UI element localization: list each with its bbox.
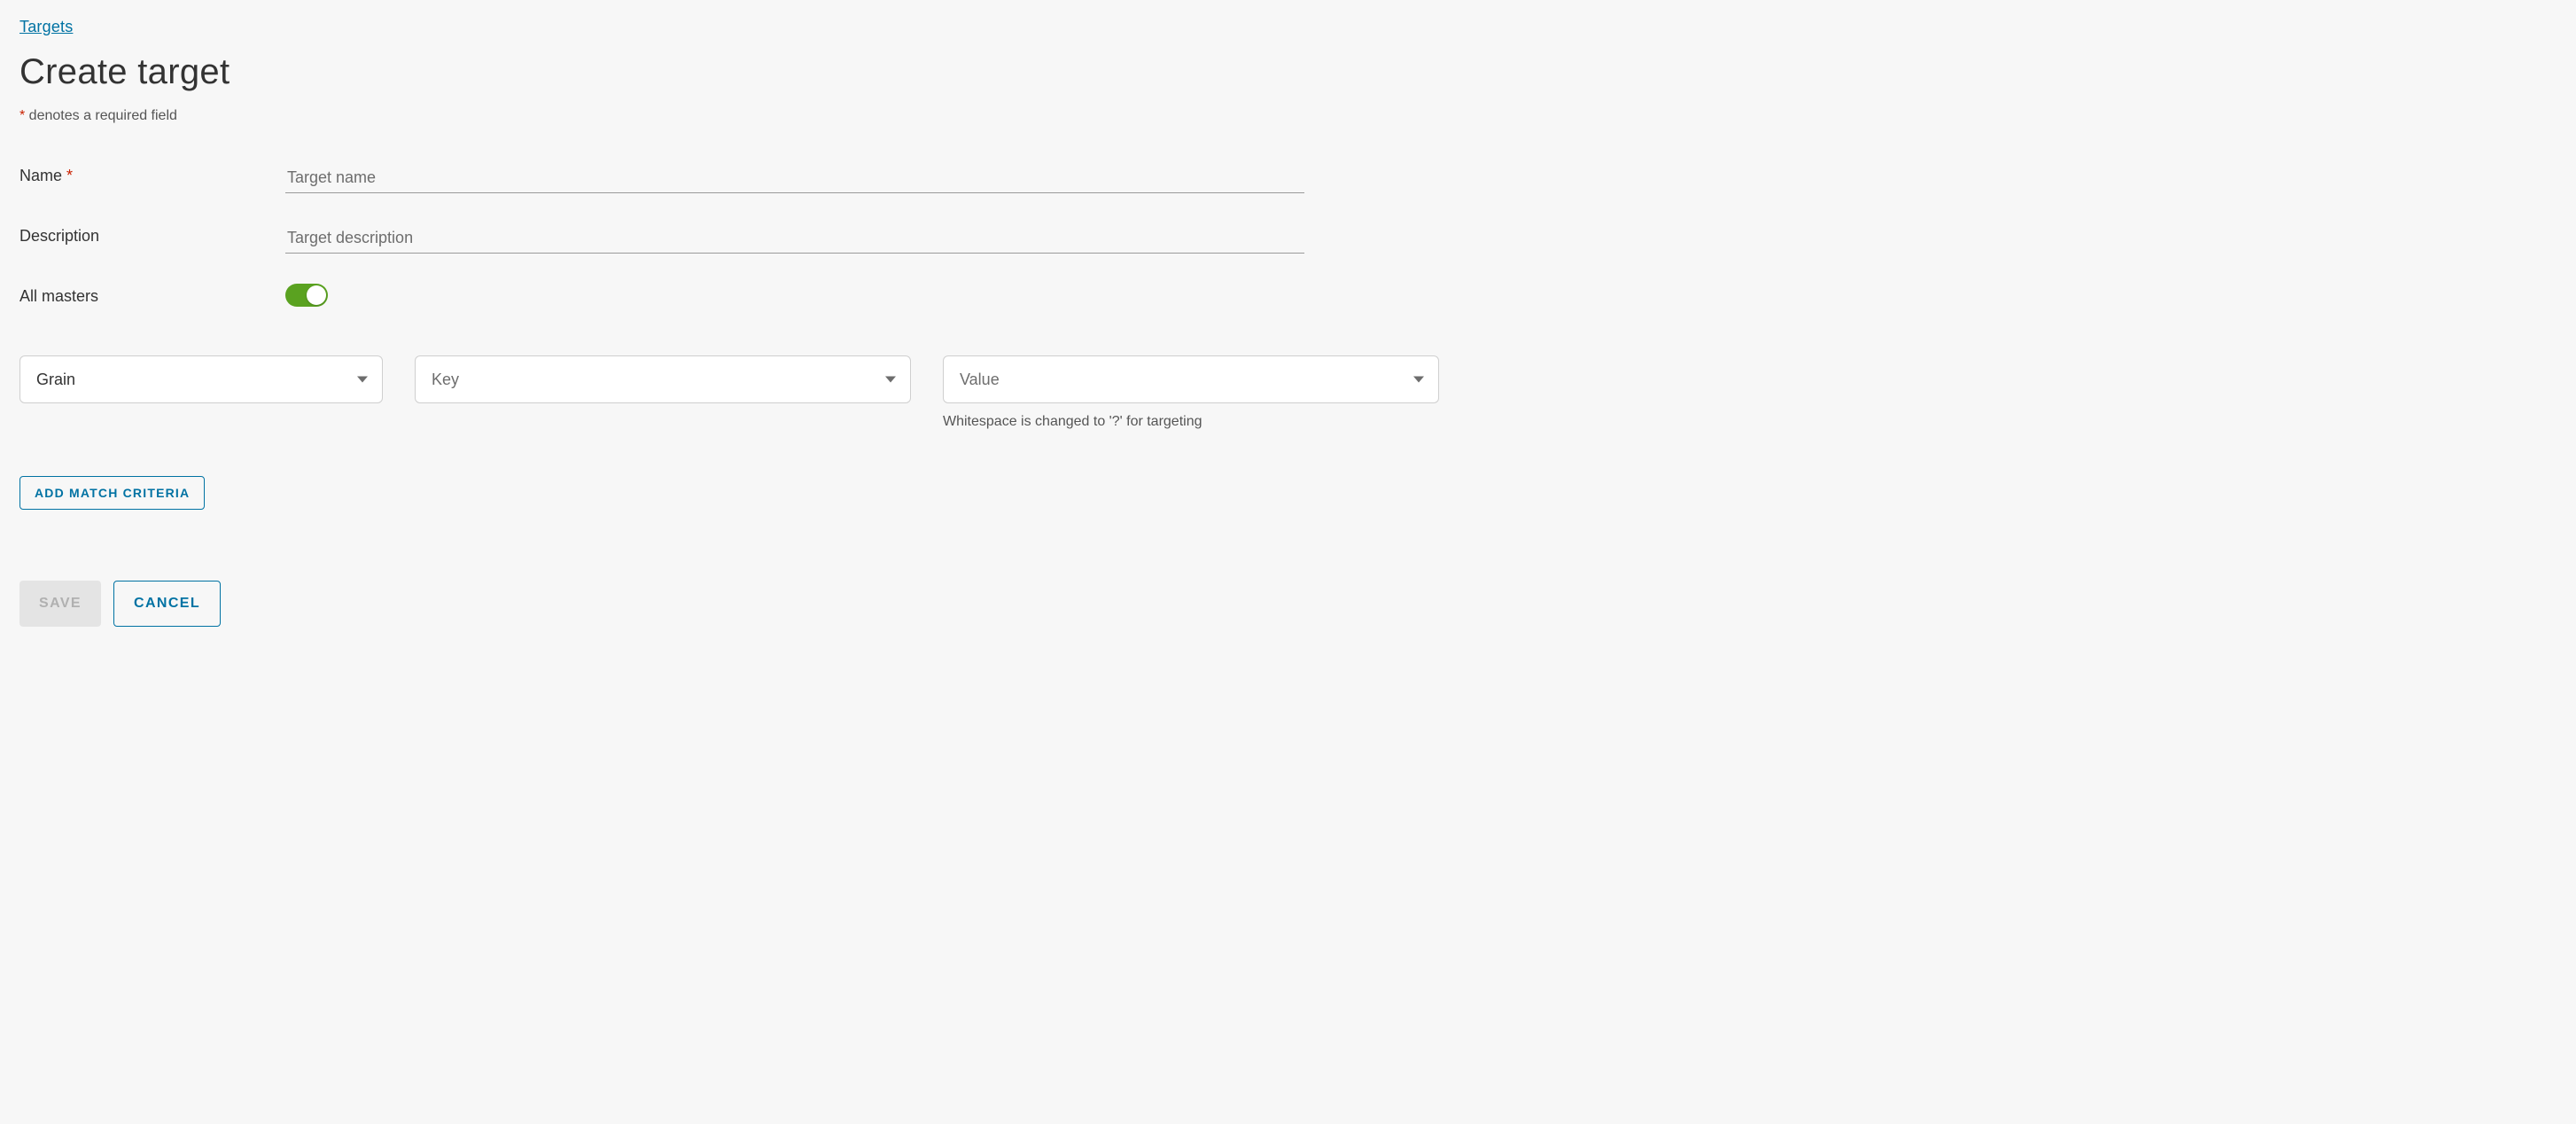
required-note-text: denotes a required field — [25, 108, 177, 123]
description-row: Description — [19, 223, 2557, 254]
criteria-value-helper: Whitespace is changed to '?' for targeti… — [943, 414, 1439, 430]
all-masters-toggle[interactable] — [285, 284, 328, 307]
save-button[interactable]: SAVE — [19, 581, 101, 627]
all-masters-row: All masters — [19, 284, 2557, 311]
chevron-down-icon — [885, 377, 896, 383]
all-masters-label: All masters — [19, 284, 285, 306]
name-label: Name * — [19, 163, 285, 185]
toggle-knob — [307, 285, 326, 305]
name-required-mark: * — [66, 167, 73, 184]
name-row: Name * — [19, 163, 2557, 193]
description-label: Description — [19, 223, 285, 246]
form-actions: SAVE CANCEL — [19, 581, 2557, 627]
criteria-key-select[interactable]: Key — [415, 355, 911, 403]
chevron-down-icon — [1413, 377, 1424, 383]
match-criteria-row: Grain Key Value Whitespace is changed to… — [19, 355, 2557, 430]
description-input[interactable] — [285, 223, 1304, 254]
page-title: Create target — [19, 52, 2557, 92]
create-target-form: Name * Description All masters Gr — [19, 163, 2557, 627]
criteria-type-value: Grain — [36, 371, 75, 389]
name-label-text: Name — [19, 167, 66, 184]
add-match-criteria-button[interactable]: ADD MATCH CRITERIA — [19, 476, 205, 510]
required-field-note: * denotes a required field — [19, 108, 2557, 124]
breadcrumb: Targets — [19, 18, 2557, 36]
criteria-value-value: Value — [960, 371, 1000, 389]
breadcrumb-targets-link[interactable]: Targets — [19, 18, 73, 35]
cancel-button[interactable]: CANCEL — [113, 581, 221, 627]
name-input[interactable] — [285, 163, 1304, 193]
criteria-value-select[interactable]: Value — [943, 355, 1439, 403]
chevron-down-icon — [357, 377, 368, 383]
criteria-key-value: Key — [432, 371, 459, 389]
criteria-type-select[interactable]: Grain — [19, 355, 383, 403]
